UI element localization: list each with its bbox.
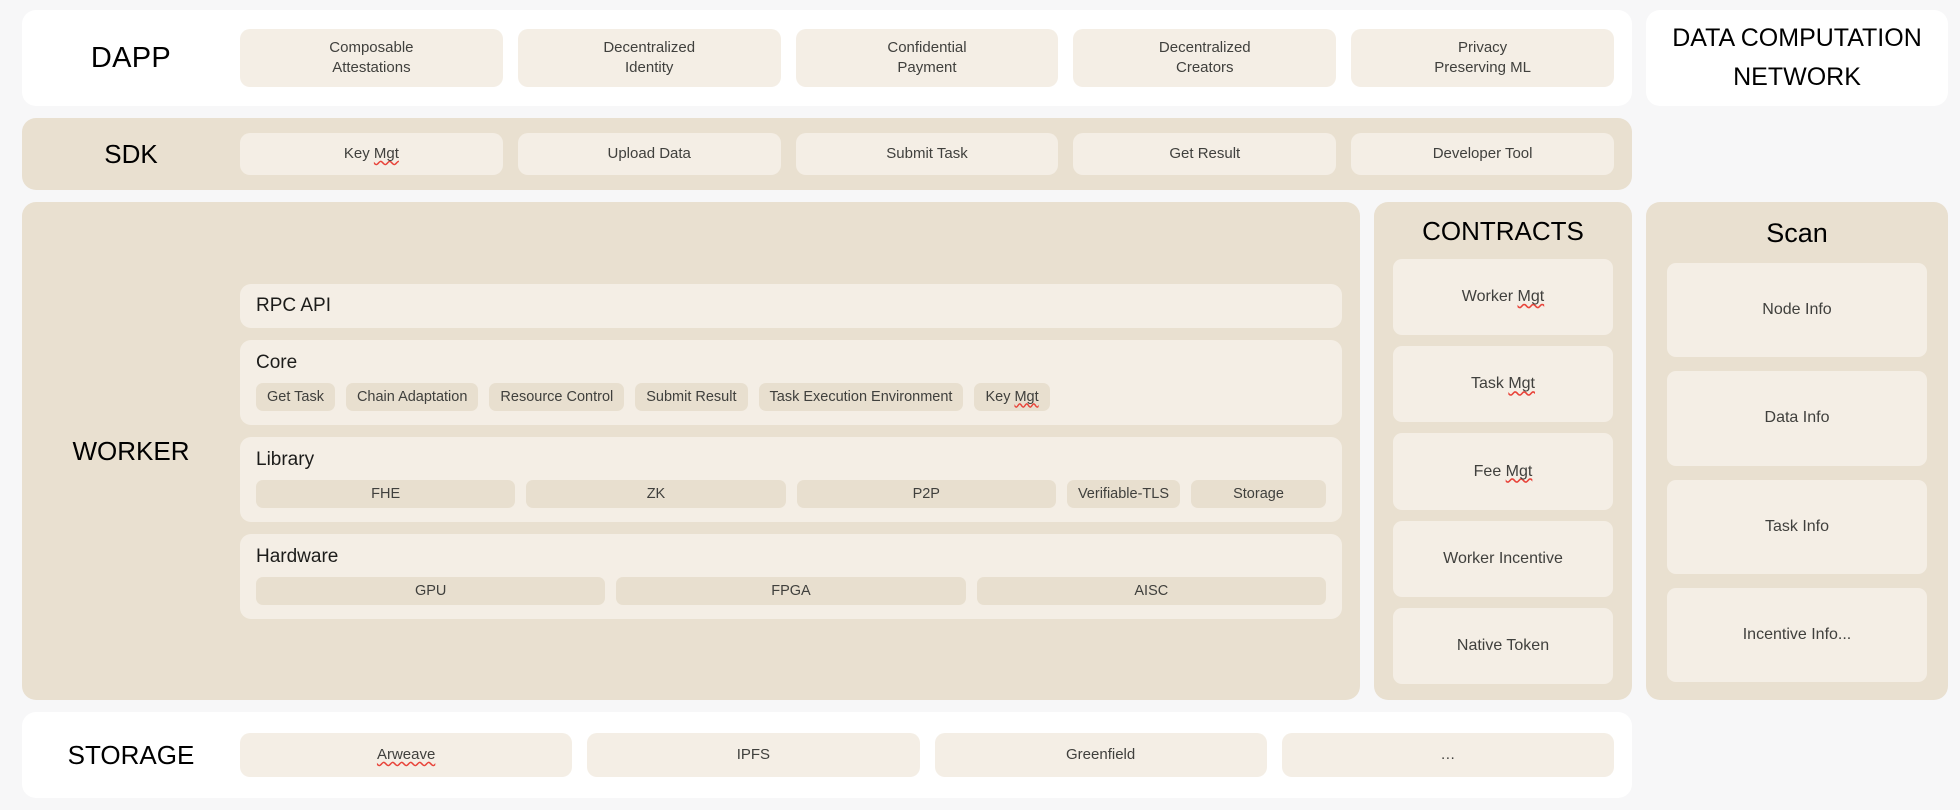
middle-band: WORKER RPC API Core Get Task Chain Adapt…	[22, 202, 1948, 700]
architecture-diagram: DAPP Composable Attestations Decentraliz…	[0, 0, 1960, 810]
spellcheck-word: Mgt	[373, 144, 399, 162]
storage-band-side-spacer	[1646, 712, 1948, 798]
dapp-card-list: Composable Attestations Decentralized Id…	[240, 29, 1632, 87]
scan-item-node-info[interactable]: Node Info	[1667, 263, 1927, 358]
worker-hardware-chip-list: GPU FPGA AISC	[256, 576, 1326, 605]
spellcheck-word: Mgt	[1508, 375, 1535, 393]
hardware-chip-gpu[interactable]: GPU	[256, 576, 606, 605]
hardware-chip-aisc[interactable]: AISC	[976, 576, 1326, 605]
sdk-card-key-mgt[interactable]: Key Mgt	[240, 133, 503, 175]
worker-panel: WORKER RPC API Core Get Task Chain Adapt…	[22, 202, 1360, 700]
contracts-title: CONTRACTS	[1422, 216, 1584, 246]
sdk-panel: SDK Key Mgt Upload Data Submit Task Get …	[22, 118, 1632, 190]
contract-item-fee-mgt[interactable]: Fee Mgt	[1393, 433, 1613, 510]
sdk-card-get-result[interactable]: Get Result	[1073, 133, 1337, 175]
scan-item-list: Node Info Data Info Task Info Incentive …	[1667, 263, 1927, 682]
dapp-band: DAPP Composable Attestations Decentraliz…	[22, 10, 1948, 106]
storage-card-more[interactable]: …	[1281, 733, 1614, 777]
spellcheck-word: Mgt	[1517, 288, 1545, 306]
worker-group-stack: RPC API Core Get Task Chain Adaptation R…	[240, 216, 1342, 686]
dapp-panel: DAPP Composable Attestations Decentraliz…	[22, 10, 1632, 106]
worker-group-core: Core Get Task Chain Adaptation Resource …	[240, 339, 1342, 425]
dapp-card-composable-attestations[interactable]: Composable Attestations	[240, 29, 503, 87]
data-computation-network-title: DATA COMPUTATION NETWORK	[1672, 24, 1922, 91]
contract-item-worker-incentive[interactable]: Worker Incentive	[1393, 520, 1613, 597]
scan-item-data-info[interactable]: Data Info	[1667, 371, 1927, 466]
storage-row-label: STORAGE	[67, 739, 195, 770]
storage-card-greenfield[interactable]: Greenfield	[934, 733, 1267, 777]
scan-title: Scan	[1766, 218, 1828, 248]
dapp-row-label: DAPP	[90, 41, 172, 74]
core-chip-task-execution-environment[interactable]: Task Execution Environment	[758, 382, 964, 411]
scan-panel: Scan Node Info Data Info Task Info Incen…	[1646, 202, 1948, 700]
core-chip-key-mgt[interactable]: Key Mgt	[974, 382, 1050, 411]
sdk-card-list: Key Mgt Upload Data Submit Task Get Resu…	[240, 133, 1632, 175]
storage-panel: STORAGE Arweave IPFS Greenfield …	[22, 712, 1632, 798]
scan-item-task-info[interactable]: Task Info	[1667, 479, 1927, 574]
worker-group-hardware-title: Hardware	[256, 545, 339, 567]
sdk-card-developer-tool[interactable]: Developer Tool	[1351, 133, 1614, 175]
worker-library-chip-list: FHE ZK P2P Verifiable-TLS Storage	[256, 479, 1327, 508]
scan-item-incentive-info[interactable]: Incentive Info...	[1667, 587, 1927, 682]
core-chip-submit-result[interactable]: Submit Result	[635, 382, 748, 411]
contract-item-task-mgt[interactable]: Task Mgt	[1393, 346, 1613, 423]
dapp-card-decentralized-creators[interactable]: Decentralized Creators	[1073, 29, 1337, 87]
storage-card-arweave[interactable]: Arweave	[240, 733, 573, 777]
spellcheck-word: Mgt	[1505, 462, 1533, 480]
storage-card-ipfs[interactable]: IPFS	[587, 733, 920, 777]
worker-group-library: Library FHE ZK P2P Verifiable-TLS Storag…	[240, 436, 1342, 522]
worker-rpc-api[interactable]: RPC API	[240, 283, 1342, 328]
storage-band: STORAGE Arweave IPFS Greenfield …	[22, 712, 1948, 798]
core-chip-chain-adaptation[interactable]: Chain Adaptation	[345, 382, 479, 411]
contracts-panel: CONTRACTS Worker Mgt Task Mgt Fee Mgt Wo…	[1374, 202, 1632, 700]
sdk-band-side-spacer	[1646, 118, 1948, 190]
worker-core-chip-list: Get Task Chain Adaptation Resource Contr…	[256, 382, 1326, 411]
library-chip-p2p[interactable]: P2P	[796, 479, 1056, 508]
worker-group-core-title: Core	[256, 351, 298, 373]
contract-item-native-token[interactable]: Native Token	[1393, 607, 1613, 685]
contract-item-worker-mgt[interactable]: Worker Mgt	[1393, 259, 1613, 336]
sdk-card-upload-data[interactable]: Upload Data	[517, 133, 781, 175]
dapp-card-privacy-preserving-ml[interactable]: Privacy Preserving ML	[1351, 29, 1614, 87]
worker-group-hardware: Hardware GPU FPGA AISC	[240, 533, 1342, 619]
spellcheck-word: Arweave	[376, 745, 436, 763]
sdk-band: SDK Key Mgt Upload Data Submit Task Get …	[22, 118, 1948, 190]
library-chip-storage[interactable]: Storage	[1191, 479, 1327, 508]
dapp-card-confidential-payment[interactable]: Confidential Payment	[795, 29, 1059, 87]
spellcheck-word: Mgt	[1014, 388, 1039, 405]
library-chip-fhe[interactable]: FHE	[256, 479, 516, 508]
library-chip-zk[interactable]: ZK	[526, 479, 786, 508]
library-chip-verifiable-tls[interactable]: Verifiable-TLS	[1066, 479, 1181, 508]
core-chip-resource-control[interactable]: Resource Control	[489, 382, 625, 411]
hardware-chip-fpga[interactable]: FPGA	[616, 576, 966, 605]
sdk-card-submit-task[interactable]: Submit Task	[795, 133, 1059, 175]
contracts-item-list: Worker Mgt Task Mgt Fee Mgt Worker Incen…	[1393, 259, 1613, 685]
core-chip-get-task[interactable]: Get Task	[256, 382, 335, 411]
worker-row-label: WORKER	[72, 435, 190, 466]
worker-group-library-title: Library	[256, 448, 315, 470]
data-computation-network-panel: DATA COMPUTATION NETWORK	[1646, 10, 1948, 106]
dapp-card-decentralized-identity[interactable]: Decentralized Identity	[517, 29, 781, 87]
storage-card-list: Arweave IPFS Greenfield …	[240, 733, 1632, 777]
sdk-row-label: SDK	[104, 138, 158, 169]
